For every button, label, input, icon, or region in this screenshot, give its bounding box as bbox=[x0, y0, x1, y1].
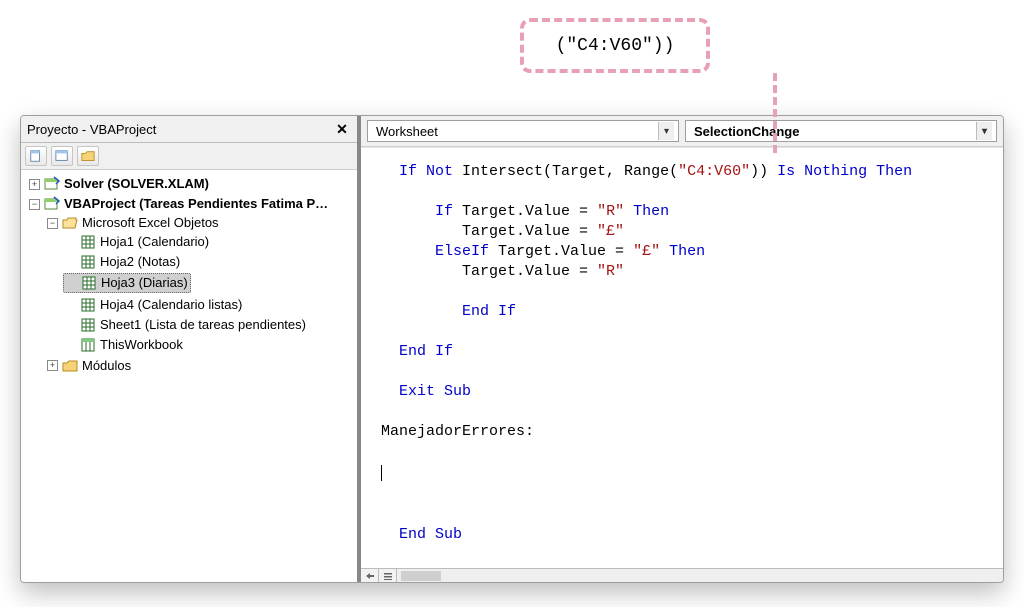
procedure-view-button[interactable] bbox=[361, 569, 379, 583]
editor-view-switcher bbox=[361, 568, 1003, 582]
vba-project-icon bbox=[44, 196, 60, 212]
scroll-thumb[interactable] bbox=[401, 571, 441, 581]
tree-item[interactable]: ThisWorkbook bbox=[63, 336, 355, 354]
tree-node: − Microsoft Excel ObjetosHoja1 (Calendari… bbox=[45, 213, 355, 356]
view-object-button[interactable] bbox=[51, 146, 73, 166]
vba-project-icon bbox=[44, 176, 60, 192]
tree-item-label: ThisWorkbook bbox=[100, 336, 183, 354]
tree-node: Hoja4 (Calendario listas) bbox=[63, 295, 355, 315]
expander-minus-icon[interactable]: − bbox=[29, 199, 40, 210]
chevron-down-icon: ▾ bbox=[976, 122, 992, 140]
callout-range: ("C4:V60")) bbox=[520, 18, 710, 73]
tree-item[interactable]: Hoja3 (Diarias) bbox=[63, 273, 191, 293]
tree-item[interactable]: + Solver (SOLVER.XLAM) bbox=[27, 175, 355, 193]
tree-node: ThisWorkbook bbox=[63, 335, 355, 355]
expander-plus-icon[interactable]: + bbox=[47, 360, 58, 371]
tree-node: Hoja2 (Notas) bbox=[63, 252, 355, 272]
folder-icon bbox=[62, 358, 78, 374]
tree-item-label: Sheet1 (Lista de tareas pendientes) bbox=[100, 316, 306, 334]
code-pane: Worksheet ▾ SelectionChange ▾ If Not Int… bbox=[361, 116, 1003, 582]
tree-node: −VBAProject (Tareas Pendientes Fatima P…… bbox=[27, 194, 355, 377]
lines-icon bbox=[383, 572, 393, 580]
worksheet-icon bbox=[80, 297, 96, 313]
tree-item[interactable]: − Microsoft Excel Objetos bbox=[45, 214, 355, 232]
worksheet-icon bbox=[80, 254, 96, 270]
code-header: Worksheet ▾ SelectionChange ▾ bbox=[361, 116, 1003, 147]
worksheet-icon bbox=[80, 234, 96, 250]
toggle-folders-button[interactable] bbox=[77, 146, 99, 166]
tree-item-label: Módulos bbox=[82, 357, 131, 375]
tree-node: + Módulos bbox=[45, 356, 355, 376]
project-explorer-title: Proyecto - VBAProject bbox=[27, 122, 156, 137]
tree-item-label: Hoja2 (Notas) bbox=[100, 253, 180, 271]
text-caret bbox=[381, 465, 382, 481]
tree-item[interactable]: Hoja1 (Calendario) bbox=[63, 233, 355, 251]
tree-item-label: Hoja4 (Calendario listas) bbox=[100, 296, 242, 314]
tree-item-label: Microsoft Excel Objetos bbox=[82, 214, 219, 232]
vbe-window: Proyecto - VBAProject ✕ + Solver (SOLVER.… bbox=[20, 115, 1004, 583]
callout-text: ("C4:V60")) bbox=[556, 36, 675, 56]
expander-minus-icon[interactable]: − bbox=[47, 218, 58, 229]
object-combo[interactable]: Worksheet ▾ bbox=[367, 120, 679, 142]
tree-item-label: VBAProject (Tareas Pendientes Fatima P… bbox=[64, 195, 328, 213]
document-icon bbox=[29, 149, 43, 163]
object-combo-value: Worksheet bbox=[376, 124, 438, 139]
tree-item[interactable]: − VBAProject (Tareas Pendientes Fatima P… bbox=[27, 195, 355, 213]
code-editor[interactable]: If Not Intersect(Target, Range("C4:V60")… bbox=[361, 147, 1003, 568]
callout-connector bbox=[773, 73, 777, 153]
tree-node: + Solver (SOLVER.XLAM) bbox=[27, 174, 355, 194]
procedure-combo[interactable]: SelectionChange ▾ bbox=[685, 120, 997, 142]
project-explorer-pane: Proyecto - VBAProject ✕ + Solver (SOLVER.… bbox=[21, 116, 361, 582]
view-code-button[interactable] bbox=[25, 146, 47, 166]
project-explorer-close-button[interactable]: ✕ bbox=[333, 120, 351, 138]
tree-item[interactable]: Sheet1 (Lista de tareas pendientes) bbox=[63, 316, 355, 334]
tree-item[interactable]: Hoja4 (Calendario listas) bbox=[63, 296, 355, 314]
tree-item[interactable]: + Módulos bbox=[45, 357, 355, 375]
tree-node: Hoja3 (Diarias) bbox=[63, 272, 355, 295]
project-explorer-titlebar: Proyecto - VBAProject ✕ bbox=[21, 116, 357, 143]
project-tree[interactable]: +Solver (SOLVER.XLAM)−VBAProject (Tareas… bbox=[21, 170, 357, 582]
folder-open-icon bbox=[62, 215, 78, 231]
tree-item-label: Hoja3 (Diarias) bbox=[101, 274, 188, 292]
project-explorer-toolbar bbox=[21, 143, 357, 170]
tree-node: Hoja1 (Calendario) bbox=[63, 232, 355, 252]
expander-plus-icon[interactable]: + bbox=[29, 179, 40, 190]
chevron-down-icon: ▾ bbox=[658, 122, 674, 140]
arrow-icon bbox=[365, 572, 375, 580]
tree-node: Sheet1 (Lista de tareas pendientes) bbox=[63, 315, 355, 335]
tree-item[interactable]: Hoja2 (Notas) bbox=[63, 253, 355, 271]
tree-item-label: Solver (SOLVER.XLAM) bbox=[64, 175, 209, 193]
full-module-view-button[interactable] bbox=[379, 569, 397, 583]
horizontal-scrollbar[interactable] bbox=[397, 569, 1003, 582]
worksheet-icon bbox=[81, 275, 97, 291]
form-icon bbox=[55, 149, 69, 163]
workbook-icon bbox=[80, 337, 96, 353]
procedure-combo-value: SelectionChange bbox=[694, 124, 799, 139]
worksheet-icon bbox=[80, 317, 96, 333]
tree-item-label: Hoja1 (Calendario) bbox=[100, 233, 209, 251]
folder-icon bbox=[81, 149, 95, 163]
